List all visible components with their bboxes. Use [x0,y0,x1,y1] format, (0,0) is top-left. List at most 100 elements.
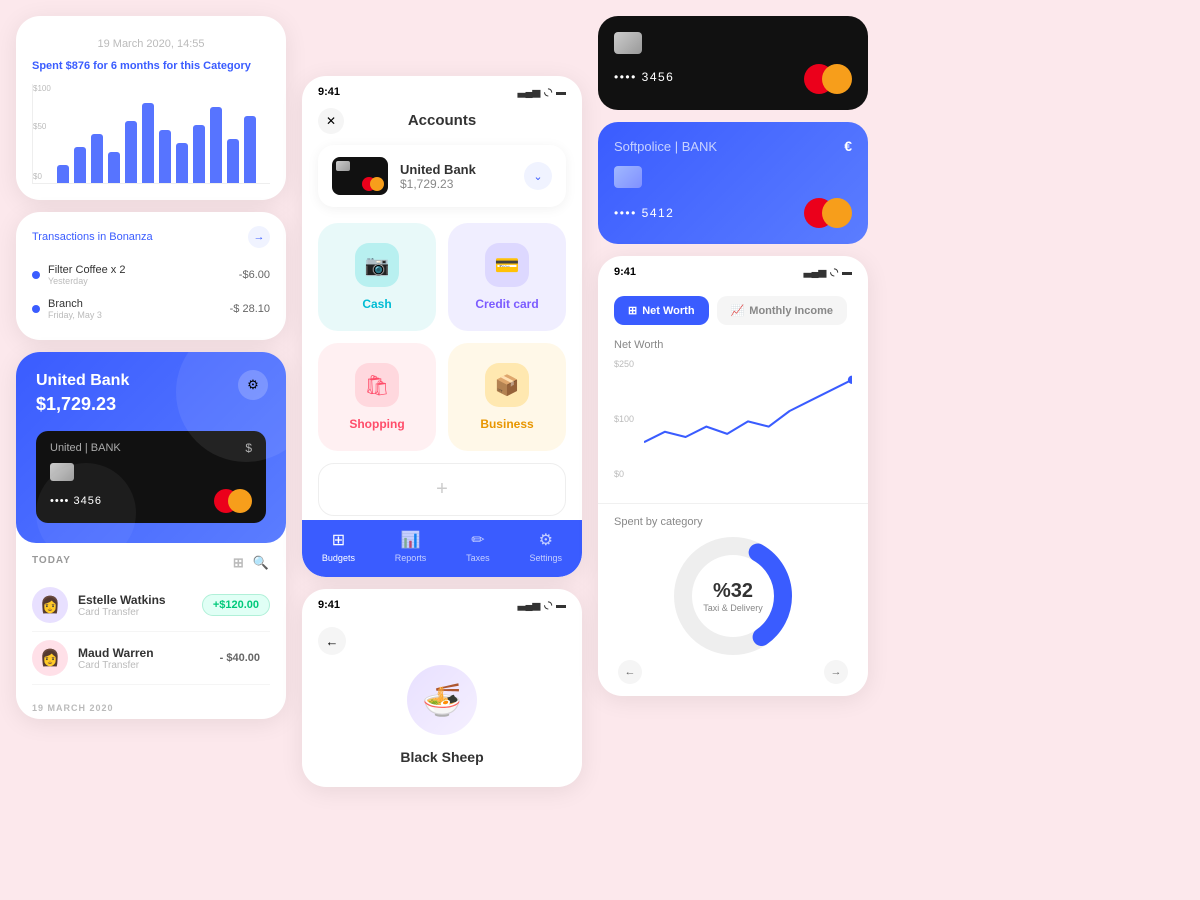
gear-button[interactable]: ⚙ [238,370,268,400]
tile-cash-label: Cash [362,297,391,311]
bottom-nav: ⊞ Budgets 📊 Reports ✏ Taxes ⚙ Settings [302,520,582,577]
net-worth-card: 9:41 ▃▄▅ ◟◝ ▬ ⊞ Net Worth 📈 Monthly Inco… [598,256,868,696]
bar [244,116,256,183]
tile-shopping-label: Shopping [349,417,404,431]
dark-credit-card: •••• 3456 [598,16,868,110]
trans-amount-0: -$6.00 [239,269,270,281]
settings-label: Settings [530,553,563,563]
nav-arrows: ← → [614,660,852,684]
tab-row: ⊞ Net Worth 📈 Monthly Income [614,296,852,325]
reports-icon: 📊 [401,530,421,550]
filter-icon[interactable]: ⊞ [233,555,245,571]
trans-date-1: Friday, May 3 [48,310,222,320]
transactions-header: Transactions in Bonanza → [32,226,270,248]
next-category-button[interactable]: → [824,660,848,684]
restaurant-title: Black Sheep [302,743,582,771]
bank-card-amount: $1,729.23 [36,394,266,415]
bank-card-name: United Bank [36,372,266,390]
transactions-arrow-btn[interactable]: → [248,226,270,248]
add-account-button[interactable]: + [318,463,566,516]
tile-shopping[interactable]: 🛍 Shopping [318,343,436,451]
bar [125,121,137,183]
nav-reports[interactable]: 📊 Reports [395,530,427,563]
trans-dot [32,271,40,279]
prev-category-button[interactable]: ← [618,660,642,684]
back-button[interactable]: ← [318,627,346,655]
status-icons: ▃▄▅ ◟◝ ▬ [518,87,566,98]
net-worth-chart: $250 $100 $0 [614,359,852,479]
chart-subtitle-post: for 6 months for this Category [90,60,251,72]
tab-monthly-income[interactable]: 📈 Monthly Income [717,296,847,325]
nw-status-time: 9:41 [614,266,636,278]
chip-dark-card [614,32,642,54]
bar [193,125,205,183]
bar [210,107,222,183]
avatar-1: 👩 [32,640,68,676]
softpolice-bank: | BANK [671,139,717,154]
donut-container: %32 Taxi & Delivery [614,536,852,656]
mastercard-blue-card [804,198,852,228]
tab-grid-icon: ⊞ [628,304,637,317]
bank-info-amount: $1,729.23 [400,177,512,191]
battery-icon: ▬ [556,87,566,98]
bank-card-thumbnail [332,157,388,195]
today-label-text: TODAY [32,555,71,571]
net-worth-svg [644,359,852,463]
date-section: 19 MARCH 2020 [16,697,286,719]
transactions-title: Transactions in Bonanza [32,231,153,243]
wifi-icon: ◟◝ [544,87,552,98]
tile-business-label: Business [480,417,533,431]
today-section: TODAY ⊞ 🔍 👩 Estelle Watkins Card Transfe… [16,543,286,697]
accounts-title: Accounts [408,112,476,129]
bottom-status-bar: 9:41 ▃▄▅ ◟◝ ▬ [302,589,582,617]
mastercard-small [362,177,384,191]
bank-card-blue: United Bank $1,729.23 ⚙ United | BANK $ … [16,352,286,543]
account-grid: 📷 Cash 💳 Credit card 🛍 Shopping 📦 Busine… [302,215,582,459]
tab-net-worth[interactable]: ⊞ Net Worth [614,296,709,325]
trans-item-0: Filter Coffee x 2 Yesterday -$6.00 [32,258,270,292]
trans-date-0: Yesterday [48,276,231,286]
accounts-header: ✕ Accounts [302,104,582,137]
trans-row-type-1: Card Transfer [78,660,200,671]
bar [227,139,239,183]
bar-chart: $100 $50 $0 [32,84,270,184]
nw-y-100: $100 [614,414,644,424]
tab-chart-icon: 📈 [731,304,745,317]
bar [159,130,171,183]
trans-item-1: Branch Friday, May 3 -$ 28.10 [32,292,270,326]
middle-column: 9:41 ▃▄▅ ◟◝ ▬ ✕ Accounts United Bank $1,… [302,76,582,787]
trans-dot-1 [32,305,40,313]
budgets-label: Budgets [322,553,355,563]
tile-credit[interactable]: 💳 Credit card [448,223,566,331]
chart-subtitle-pre: Spent [32,60,66,72]
close-button[interactable]: ✕ [318,108,344,134]
timestamp: 19 March 2020, 14:55 [32,32,270,60]
nw-y-250: $250 [614,359,644,369]
search-icon[interactable]: 🔍 [253,555,270,571]
chip-icon [50,463,74,481]
nav-taxes[interactable]: ✏ Taxes [466,530,490,563]
blue-credit-card: Softpolice | BANK € •••• 5412 [598,122,868,244]
status-time: 9:41 [318,86,340,98]
bank-account-row[interactable]: United Bank $1,729.23 ⌄ [318,145,566,207]
avatar-0: 👩 [32,587,68,623]
nav-settings[interactable]: ⚙ Settings [530,530,563,563]
net-worth-section-label: Net Worth [614,339,852,351]
reports-label: Reports [395,553,427,563]
transactions-card: Transactions in Bonanza → Filter Coffee … [16,212,286,340]
bar [74,147,86,183]
bank-card-section: United Bank $1,729.23 ⚙ United | BANK $ … [16,352,286,719]
credit-card-mini: United | BANK $ •••• 3456 [36,431,266,523]
trans-amount-badge-0: +$120.00 [202,594,270,616]
credit-icon: 💳 [485,243,529,287]
trans-name-0: Filter Coffee x 2 [48,264,231,276]
bottom-status-time: 9:41 [318,599,340,611]
donut-percent: %32 [703,580,763,603]
tile-cash[interactable]: 📷 Cash [318,223,436,331]
left-column: 19 March 2020, 14:55 Spent $876 for 6 mo… [16,16,286,719]
tile-business[interactable]: 📦 Business [448,343,566,451]
taxes-label: Taxes [466,553,490,563]
bank-info-name: United Bank [400,162,512,177]
nav-budgets[interactable]: ⊞ Budgets [322,530,355,563]
dropdown-button[interactable]: ⌄ [524,162,552,190]
